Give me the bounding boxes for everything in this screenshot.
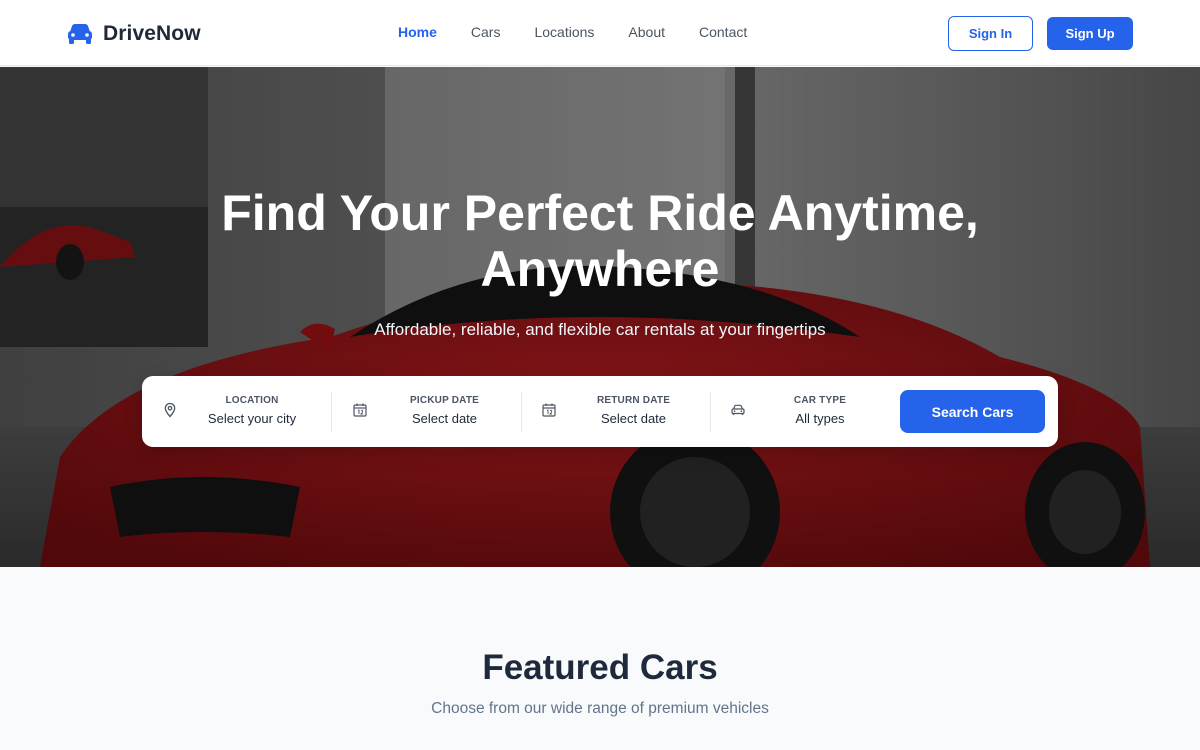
- location-label: LOCATION: [225, 395, 279, 406]
- featured-title: Featured Cars: [482, 648, 718, 687]
- nav-cars[interactable]: Cars: [471, 24, 501, 40]
- hero-title-line2: Anywhere: [480, 241, 720, 297]
- car-type-field[interactable]: CAR TYPE All types: [710, 391, 900, 433]
- car-type-label: CAR TYPE: [793, 395, 847, 406]
- nav-locations[interactable]: Locations: [534, 24, 594, 40]
- car-logo-icon: [68, 24, 92, 44]
- main-nav: Home Cars Locations About Contact: [398, 24, 781, 40]
- nav-about[interactable]: About: [628, 24, 665, 40]
- nav-home[interactable]: Home: [398, 24, 437, 40]
- sign-up-button[interactable]: Sign Up: [1047, 17, 1133, 50]
- sign-in-button[interactable]: Sign In: [948, 16, 1033, 51]
- featured-subtitle: Choose from our wide range of premium ve…: [431, 700, 769, 717]
- pickup-date-field[interactable]: PICKUP DATE Select date: [332, 391, 521, 433]
- return-date-field[interactable]: RETURN DATE Select date: [521, 391, 710, 433]
- hero-title: Find Your Perfect Ride Anytime, Anywhere: [150, 185, 1050, 297]
- search-bar: LOCATION Select your city PICKUP DATE Se…: [142, 376, 1058, 447]
- hero-overlay: [0, 67, 1200, 567]
- site-header: DriveNow Home Cars Locations About Conta…: [0, 0, 1200, 66]
- search-cars-button[interactable]: Search Cars: [900, 390, 1045, 433]
- nav-contact[interactable]: Contact: [699, 24, 747, 40]
- return-date-value: Select date: [600, 411, 667, 426]
- hero-section: Find Your Perfect Ride Anytime, Anywhere…: [0, 67, 1200, 567]
- brand-name: DriveNow: [103, 22, 201, 45]
- pickup-date-label: PICKUP DATE: [409, 395, 480, 406]
- location-field[interactable]: LOCATION Select your city: [142, 391, 332, 433]
- return-date-label: RETURN DATE: [596, 395, 671, 406]
- car-type-value: All types: [795, 411, 845, 426]
- hero-title-line1: Find Your Perfect Ride Anytime,: [221, 185, 979, 241]
- pickup-date-value: Select date: [411, 411, 478, 426]
- location-value: Select your city: [207, 411, 297, 426]
- hero-subtitle: Affordable, reliable, and flexible car r…: [374, 320, 826, 339]
- brand-logo[interactable]: DriveNow: [67, 20, 201, 48]
